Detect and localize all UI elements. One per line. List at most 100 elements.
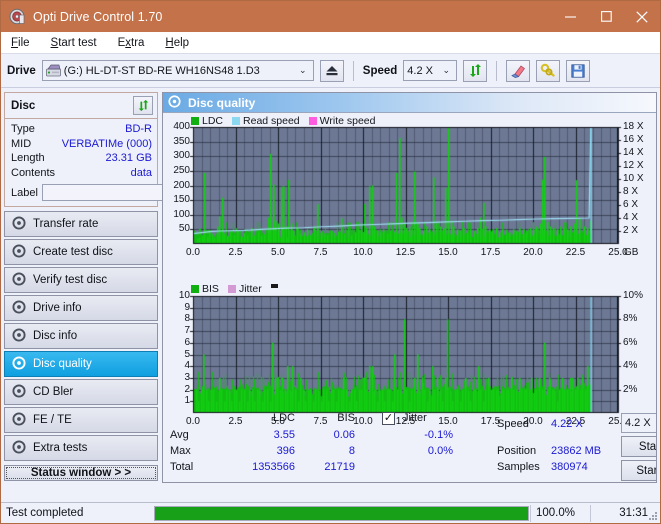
test-speed-value: 4.2 X [625,417,651,429]
axis-tick-label: 50 [178,223,190,235]
sidebar-item-verify-test-disc[interactable]: Verify test disc [4,267,158,293]
stats-speed-value: 4.22 X [551,418,583,430]
refresh-button[interactable] [463,59,488,82]
stats-header-ldc: LDC [272,412,295,424]
minimize-button[interactable] [552,1,588,32]
disc-row-type-key: Type [11,123,35,135]
test-speed-select[interactable]: 4.2 X ⌄ [621,413,656,433]
stats-row-label-avg: Avg [170,429,189,441]
menu-file-rest: ile [18,36,30,49]
start-full-button[interactable]: Start full [621,436,656,457]
application-window: Opti Drive Control 1.70 File Start test … [0,0,661,524]
axis-tick-label: 4 X [623,212,639,223]
axis-tick-label: 2% [623,383,638,395]
disc-refresh-button[interactable] [133,96,153,115]
menu-item-start-test[interactable]: Start test [49,35,107,51]
drive-select[interactable]: (G:) HL-DT-ST BD-RE WH16NS48 1.D3 ⌄ [41,60,314,81]
statistics-table: LDC BIS ✓ Jitter Avg 3.55 0.06 -0.1% Max… [167,412,497,480]
menu-start-rest: tart test [58,36,97,49]
disc-icon [12,215,26,233]
stats-ldc-total: 1353566 [252,461,295,473]
axis-tick-label: 12.5 [395,247,416,258]
stats-samples-label: Samples [497,461,540,473]
disc-icon [12,383,26,401]
drive-icon [45,64,61,77]
menu-item-file[interactable]: File [9,35,40,51]
stats-speed-label: Speed [497,418,529,430]
disc-properties: Type BD-R MID VERBATIMe (000) Length 23.… [5,119,245,206]
close-button[interactable] [624,1,660,32]
axis-tick-label: 4 [184,360,190,372]
disc-icon [12,355,26,373]
stats-bis-avg: 0.06 [333,429,355,441]
axis-tick-label: 4% [623,360,638,372]
sidebar-item-create-test-disc[interactable]: Create test disc [4,239,158,265]
axis-tick-label: 10% [623,290,644,301]
menu-item-help[interactable]: Help [163,35,199,51]
axis-tick-label: 200 [173,179,190,191]
status-bar: Test completed 100.0% 31:31 [1,502,660,523]
sidebar-item-drive-info[interactable]: Drive info [4,295,158,321]
legend-label-jitter: Jitter [238,283,262,295]
status-window-button[interactable]: Status window > > [4,465,158,481]
legend-label-bis: BIS [202,283,219,295]
stats-position-label: Position [497,445,537,457]
legend-bis: BIS [191,283,219,295]
stats-bis-total: 21719 [324,461,355,473]
disc-row-length-value: 23.31 GB [105,152,152,164]
sidebar-item-disc-info[interactable]: Disc info [4,323,158,349]
maximize-button[interactable] [588,1,624,32]
speed-select[interactable]: 4.2 X ⌄ [403,60,458,81]
bis-chart-legend: BIS Jitter [191,283,278,295]
sidebar-item-fe-te[interactable]: FE / TE [4,407,158,433]
save-button[interactable] [566,59,591,82]
sidebar-item-disc-quality[interactable]: Disc quality [4,351,158,377]
progress-bar-fill [155,506,528,520]
progress-bar [154,505,529,521]
sidebar-item-label: CD Bler [33,386,74,398]
resize-grip[interactable] [646,509,658,521]
menu-help-rest: elp [173,36,190,49]
status-message: Test completed [6,507,84,519]
chevron-down-icon: ⌄ [299,65,307,75]
sidebar-item-transfer-rate[interactable]: Transfer rate [4,211,158,237]
sidebar-item-label: Verify test disc [33,274,108,286]
sidebar-nav: Transfer rate Create test disc Verify te… [4,211,158,461]
statistics-panel: LDC BIS ✓ Jitter Avg 3.55 0.06 -0.1% Max… [163,408,656,482]
axis-tick-label: 10.0 [353,247,373,258]
sidebar-item-extra-tests[interactable]: Extra tests [4,435,158,461]
axis-tick-label: 16 X [623,134,644,145]
stats-samples-value: 380974 [551,461,588,473]
axis-tick-label: 14 X [623,147,644,158]
axis-tick-label: 2 X [623,225,639,236]
eject-button[interactable] [319,59,344,82]
axis-tick-label: 350 [173,135,190,147]
sidebar-item-label: Create test disc [33,246,113,258]
start-part-button[interactable]: Start part [621,460,656,481]
disc-row-mid-value: VERBATIMe (000) [61,137,152,150]
disc-row-mid-key: MID [11,137,32,150]
axis-tick-label: GB [624,247,639,258]
chevron-down-icon: ⌄ [442,65,451,75]
sidebar: Disc Type BD-R MID VERBATIMe (000) Lengt… [4,92,245,483]
disc-row-contents: Contents data [11,166,152,181]
menu-item-extra[interactable]: Extra [116,35,155,51]
sidebar-item-cd-bler[interactable]: CD Bler [4,379,158,405]
disc-panel-header: Disc [5,93,157,119]
erase-button[interactable] [506,59,531,82]
jitter-checkbox-check: ✓ [383,412,394,424]
stats-jitter-avg: -0.1% [424,429,453,441]
axis-tick-label: 12 X [623,160,644,171]
jitter-marker-icon [270,284,278,288]
jitter-checkbox[interactable]: ✓ [382,412,395,425]
pane-header: Disc quality [163,93,656,113]
axis-tick-label: 150 [173,194,190,206]
axis-tick-label: 8% [623,313,638,325]
toolbar-separator-1 [352,60,354,81]
axis-tick-label: 6 X [623,199,639,210]
tools-button[interactable] [536,59,561,82]
disc-icon [12,299,26,317]
drive-select-value: (G:) HL-DT-ST BD-RE WH16NS48 1.D3 [63,64,260,77]
axis-tick-label: 7.5 [313,247,328,258]
axis-tick-label: 2.5 [228,247,243,258]
